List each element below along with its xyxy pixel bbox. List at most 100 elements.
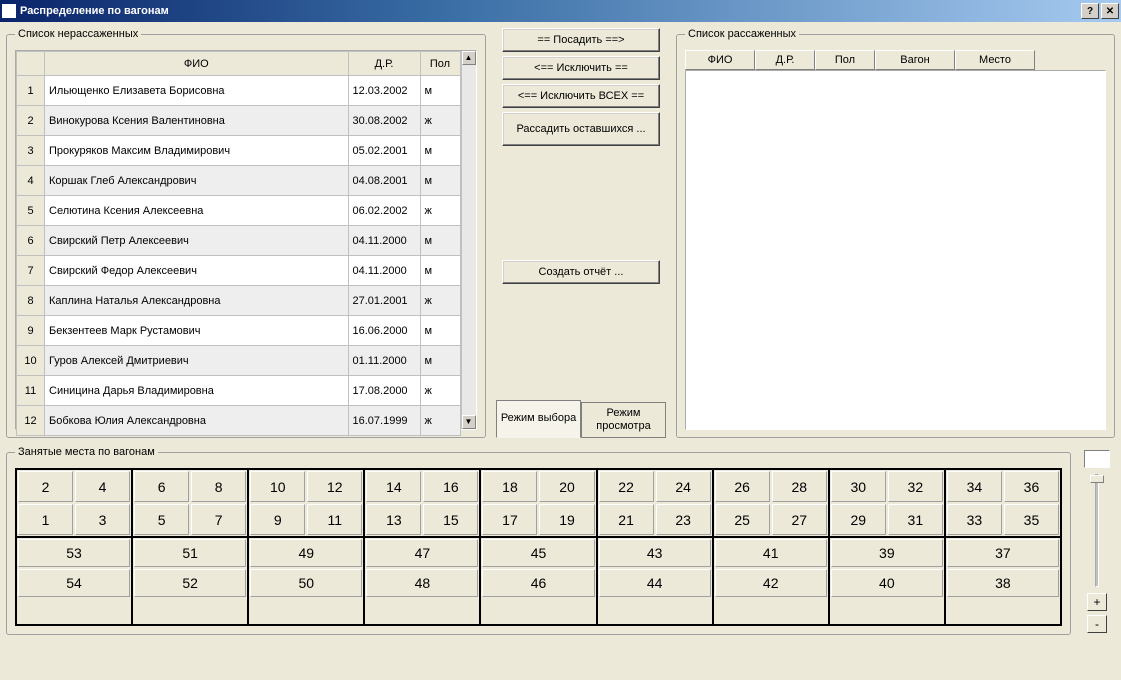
seat[interactable]: 28	[772, 471, 827, 502]
col-dob-r[interactable]: Д.Р.	[755, 50, 815, 70]
table-row[interactable]: 9Бекзентеев Марк Рустамович16.06.2000м	[17, 316, 461, 346]
row-sex: м	[420, 136, 460, 166]
seat[interactable]: 9	[250, 504, 305, 535]
tab-select-mode[interactable]: Режим выбора	[496, 400, 581, 438]
table-row[interactable]: 11Синицина Дарья Владимировна17.08.2000ж	[17, 376, 461, 406]
exclude-all-button[interactable]: <== Исключить ВСЕХ ==	[502, 84, 660, 108]
col-car-r[interactable]: Вагон	[875, 50, 955, 70]
seat[interactable]: 13	[366, 504, 421, 535]
col-fio-r[interactable]: ФИО	[685, 50, 755, 70]
seat[interactable]: 19	[539, 504, 594, 535]
seat[interactable]: 3	[75, 504, 130, 535]
seat[interactable]: 25	[715, 504, 770, 535]
table-row[interactable]: 5Селютина Ксения Алексеевна06.02.2002ж	[17, 196, 461, 226]
seat[interactable]: 47	[366, 539, 478, 567]
seat[interactable]: 40	[831, 569, 943, 597]
table-row[interactable]: 4Коршак Глеб Александрович04.08.2001м	[17, 166, 461, 196]
seat[interactable]: 43	[599, 539, 711, 567]
seat[interactable]: 31	[888, 504, 943, 535]
seat[interactable]: 10	[250, 471, 305, 502]
table-row[interactable]: 6Свирский Петр Алексеевич04.11.2000м	[17, 226, 461, 256]
seat[interactable]: 27	[772, 504, 827, 535]
col-sex[interactable]: Пол	[420, 52, 460, 76]
seat-rest-button[interactable]: Рассадить оставшихся ...	[502, 112, 660, 146]
seat[interactable]: 8	[191, 471, 246, 502]
table-row[interactable]: 12Бобкова Юлия Александровна16.07.1999ж	[17, 406, 461, 436]
help-button[interactable]: ?	[1081, 3, 1099, 19]
seat[interactable]: 12	[307, 471, 362, 502]
seat[interactable]: 42	[715, 569, 827, 597]
report-button[interactable]: Создать отчёт ...	[502, 260, 660, 284]
table-row[interactable]: 3Прокуряков Максим Владимирович05.02.200…	[17, 136, 461, 166]
seat[interactable]: 21	[599, 504, 654, 535]
seat[interactable]: 18	[482, 471, 537, 502]
unseated-scrollbar[interactable]: ▲ ▼	[461, 51, 477, 429]
seat[interactable]: 35	[1004, 504, 1059, 535]
table-row[interactable]: 7Свирский Федор Алексеевич04.11.2000м	[17, 256, 461, 286]
col-fio[interactable]: ФИО	[45, 52, 349, 76]
seat[interactable]: 14	[366, 471, 421, 502]
row-num: 3	[17, 136, 45, 166]
seat[interactable]: 23	[656, 504, 711, 535]
seat[interactable]: 16	[423, 471, 478, 502]
seat[interactable]: 24	[656, 471, 711, 502]
seat[interactable]: 15	[423, 504, 478, 535]
seat[interactable]: 26	[715, 471, 770, 502]
seat[interactable]: 32	[888, 471, 943, 502]
exclude-button[interactable]: <== Исключить ==	[502, 56, 660, 80]
seat[interactable]: 53	[18, 539, 130, 567]
seat[interactable]: 41	[715, 539, 827, 567]
tab-view-mode[interactable]: Режим просмотра	[581, 402, 666, 438]
seat[interactable]: 34	[947, 471, 1002, 502]
seat[interactable]: 33	[947, 504, 1002, 535]
table-row[interactable]: 10Гуров Алексей Дмитриевич01.11.2000м	[17, 346, 461, 376]
seat[interactable]: 50	[250, 569, 362, 597]
col-sex-r[interactable]: Пол	[815, 50, 875, 70]
seat[interactable]: 54	[18, 569, 130, 597]
row-dob: 04.11.2000	[348, 226, 420, 256]
scale-slider[interactable]	[1095, 474, 1099, 587]
seat[interactable]: 36	[1004, 471, 1059, 502]
seat[interactable]: 20	[539, 471, 594, 502]
seat[interactable]: 17	[482, 504, 537, 535]
seat[interactable]: 11	[307, 504, 362, 535]
close-button[interactable]: ✕	[1101, 3, 1119, 19]
plus-button[interactable]: +	[1087, 593, 1107, 611]
seat[interactable]: 2	[18, 471, 73, 502]
seat[interactable]: 46	[482, 569, 594, 597]
row-dob: 17.08.2000	[348, 376, 420, 406]
seat[interactable]: 39	[831, 539, 943, 567]
seat[interactable]: 6	[134, 471, 189, 502]
seat[interactable]: 1	[18, 504, 73, 535]
col-num[interactable]	[17, 52, 45, 76]
seat[interactable]: 45	[482, 539, 594, 567]
seat[interactable]: 44	[599, 569, 711, 597]
row-sex: ж	[420, 406, 460, 436]
seat[interactable]: 37	[947, 539, 1059, 567]
table-row[interactable]: 1Ильющенко Елизавета Борисовна12.03.2002…	[17, 76, 461, 106]
scroll-down-icon[interactable]: ▼	[462, 415, 476, 429]
seat[interactable]: 51	[134, 539, 246, 567]
slider-thumb[interactable]	[1090, 475, 1104, 483]
seat[interactable]: 29	[831, 504, 886, 535]
table-row[interactable]: 2Винокурова Ксения Валентиновна30.08.200…	[17, 106, 461, 136]
seat[interactable]: 38	[947, 569, 1059, 597]
unseated-table[interactable]: ФИО Д.Р. Пол 1Ильющенко Елизавета Борисо…	[16, 51, 461, 436]
seat[interactable]: 48	[366, 569, 478, 597]
col-dob[interactable]: Д.Р.	[348, 52, 420, 76]
seat[interactable]: 4	[75, 471, 130, 502]
seat[interactable]: 22	[599, 471, 654, 502]
seated-table-body[interactable]	[685, 70, 1106, 430]
seat-button[interactable]: == Посадить ==>	[502, 28, 660, 52]
seat[interactable]: 30	[831, 471, 886, 502]
seat[interactable]: 52	[134, 569, 246, 597]
col-place-r[interactable]: Место	[955, 50, 1035, 70]
seat[interactable]: 5	[134, 504, 189, 535]
seat[interactable]: 7	[191, 504, 246, 535]
minus-button[interactable]: -	[1087, 615, 1107, 633]
seats-group: Занятые места по вагонам 241353546857515…	[6, 446, 1071, 635]
scroll-up-icon[interactable]: ▲	[462, 51, 476, 65]
table-row[interactable]: 8Каплина Наталья Александровна27.01.2001…	[17, 286, 461, 316]
row-num: 6	[17, 226, 45, 256]
seat[interactable]: 49	[250, 539, 362, 567]
